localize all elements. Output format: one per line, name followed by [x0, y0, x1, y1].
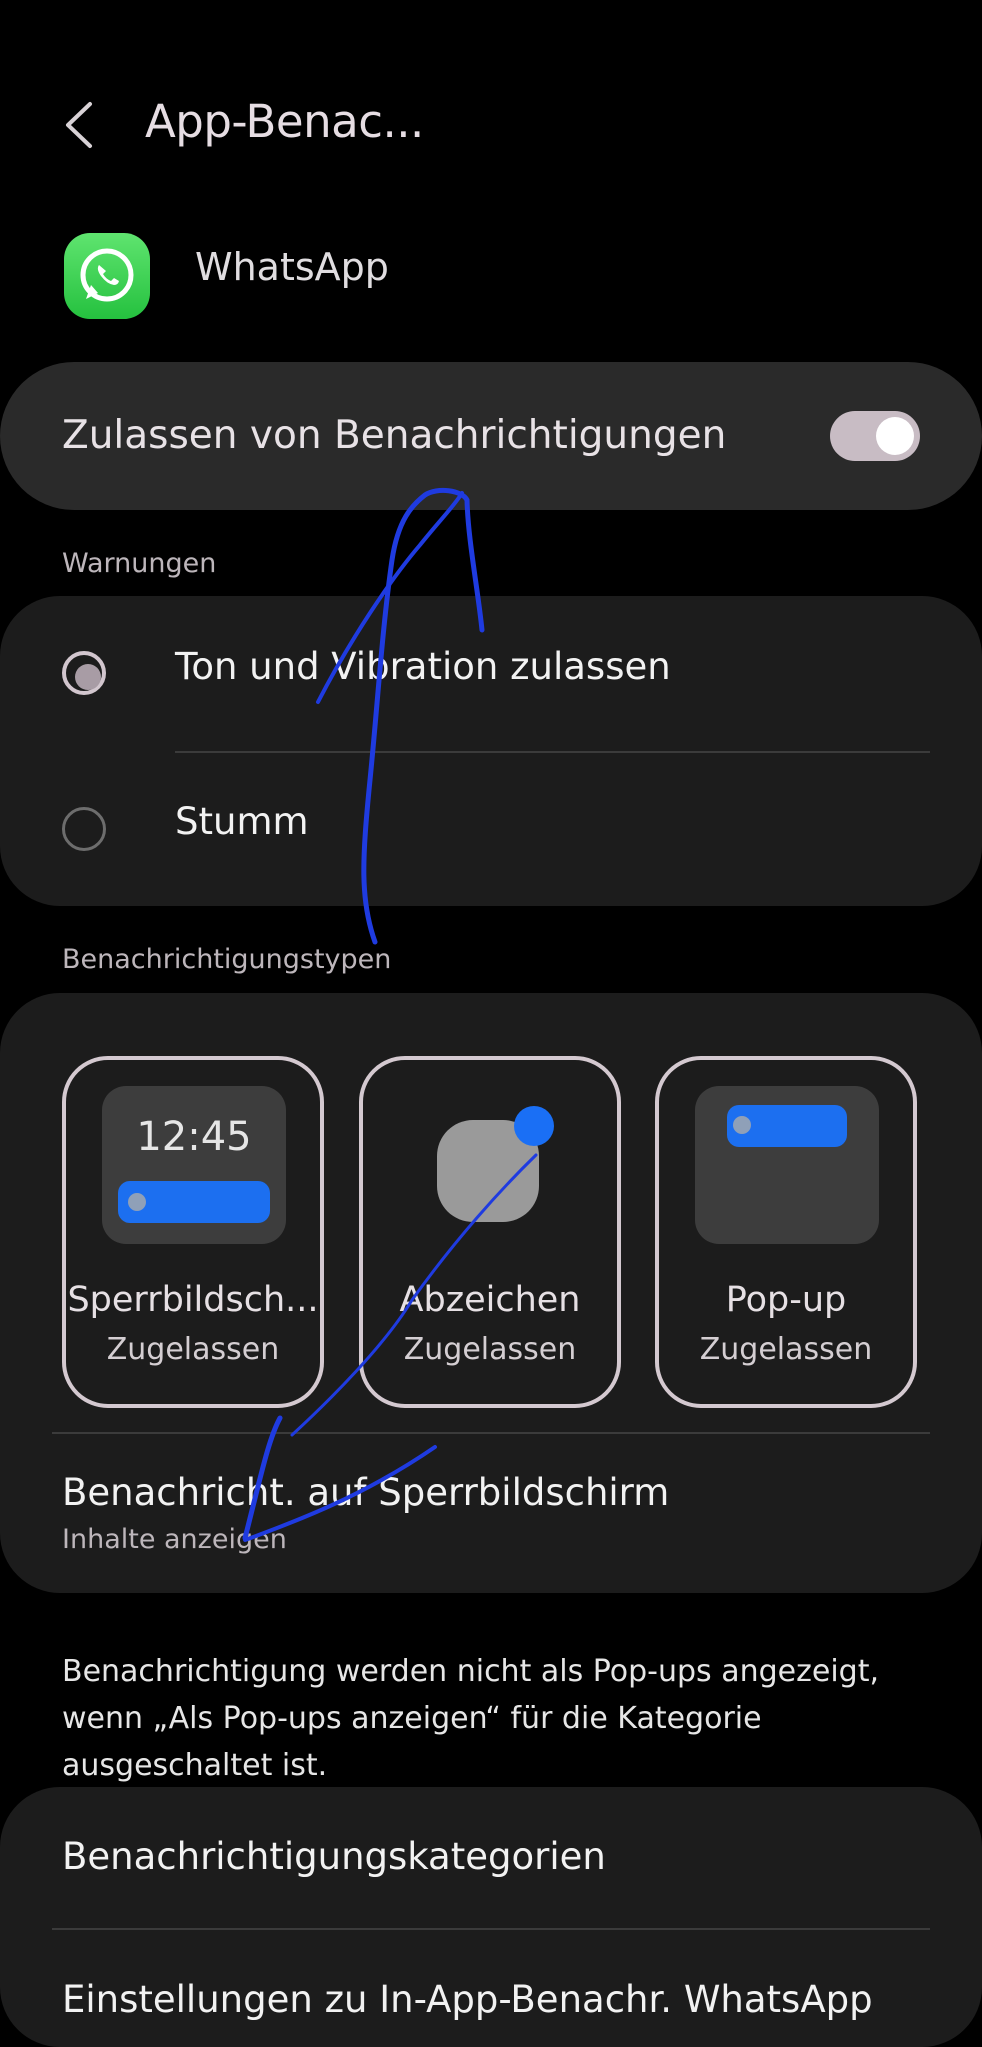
allow-notifications-toggle[interactable] [830, 411, 920, 461]
preview-clock: 12:45 [136, 1114, 252, 1160]
app-name: WhatsApp [195, 245, 389, 289]
chevron-left-icon [66, 102, 92, 148]
popup-bar-dot [733, 1116, 751, 1134]
divider [52, 1928, 930, 1930]
radio-silent[interactable] [62, 807, 106, 851]
tile-lockscreen-title: Sperrbildsch... [67, 1280, 319, 1320]
tile-popup-status: Zugelassen [699, 1332, 873, 1367]
allow-notifications-label: Zulassen von Benachrichtigungen [62, 413, 727, 458]
preview-bar-dot [128, 1193, 146, 1211]
whatsapp-icon [64, 233, 150, 319]
types-section-label: Benachrichtigungstypen [62, 944, 392, 975]
tile-popup-title: Pop-up [725, 1280, 847, 1320]
notification-categories-item[interactable]: Benachrichtigungskategorien [62, 1835, 606, 1878]
back-button[interactable] [52, 90, 112, 160]
divider [52, 1432, 930, 1434]
divider [175, 751, 930, 753]
page-title: App-Benac... [145, 95, 424, 148]
option-silent-label[interactable]: Stumm [175, 800, 309, 843]
radio-selected-dot [75, 664, 101, 690]
toggle-knob [876, 417, 914, 455]
popup-info-note: Benachrichtigung werden nicht als Pop-up… [62, 1654, 880, 1783]
alerts-section-label: Warnungen [62, 548, 217, 579]
badge-dot-icon [514, 1106, 554, 1146]
option-sound-vibration-label[interactable]: Ton und Vibration zulassen [175, 645, 671, 688]
tile-badge-status: Zugelassen [403, 1332, 577, 1367]
lockscreen-notifications-value: Inhalte anzeigen [62, 1524, 287, 1555]
tile-badge-title: Abzeichen [399, 1280, 581, 1320]
lockscreen-notifications-setting[interactable]: Benachricht. auf Sperrbildschirm [62, 1471, 669, 1514]
tile-lockscreen-status: Zugelassen [106, 1332, 280, 1367]
